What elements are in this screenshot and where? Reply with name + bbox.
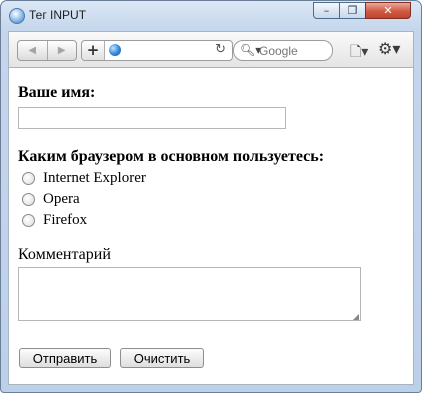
browser-toolbar: ◀ ▶ + ↻ 🔍︎▾ 🗋▾ ⚙▾ [8,31,414,67]
reload-icon[interactable]: ↻ [215,42,226,57]
back-icon[interactable]: ◀ [18,41,47,60]
search-input[interactable] [259,43,327,58]
app-globe-icon [9,8,25,24]
plus-icon[interactable]: + [82,41,105,60]
gear-icon[interactable]: ⚙▾ [378,39,400,58]
page-icon[interactable]: 🗋▾ [350,41,368,65]
page-content: Ваше имя: Каким браузером в основном пол… [8,67,414,385]
radio-option-internet-explorer[interactable]: Internet Explorer [22,170,146,187]
forward-icon[interactable]: ▶ [46,41,77,60]
address-bar[interactable]: + ↻ [81,40,233,61]
minimize-button[interactable]: – [313,2,340,19]
close-button[interactable]: ✕ [365,2,411,19]
radio-button[interactable] [22,172,35,185]
comment-textarea[interactable]: ◢ [18,267,361,321]
name-label: Ваше имя: [18,84,96,101]
name-field[interactable] [18,107,286,129]
search-box[interactable]: 🔍︎▾ [233,40,333,61]
window-title: Тег INPUT [29,8,87,22]
radio-label: Internet Explorer [43,170,146,186]
radio-label: Firefox [43,212,88,228]
radio-label: Opera [43,191,80,207]
title-bar: Тег INPUT – ❐ ✕ [1,1,421,31]
radio-button[interactable] [22,193,35,206]
radio-option-firefox[interactable]: Firefox [22,212,87,229]
radio-option-opera[interactable]: Opera [22,191,80,208]
browser-question: Каким браузером в основном пользуетесь: [18,148,325,165]
radio-button[interactable] [22,214,35,227]
resize-handle-icon[interactable]: ◢ [353,312,359,321]
reset-button[interactable]: Очистить [120,348,204,368]
globe-icon [109,44,121,56]
nav-buttons: ◀ ▶ [17,40,77,61]
browser-window: Тег INPUT – ❐ ✕ ◀ ▶ + ↻ 🔍︎▾ 🗋▾ ⚙▾ Ваше и… [0,0,422,393]
comment-label: Комментарий [18,246,111,263]
maximize-button[interactable]: ❐ [339,2,366,19]
submit-button[interactable]: Отправить [19,348,111,368]
